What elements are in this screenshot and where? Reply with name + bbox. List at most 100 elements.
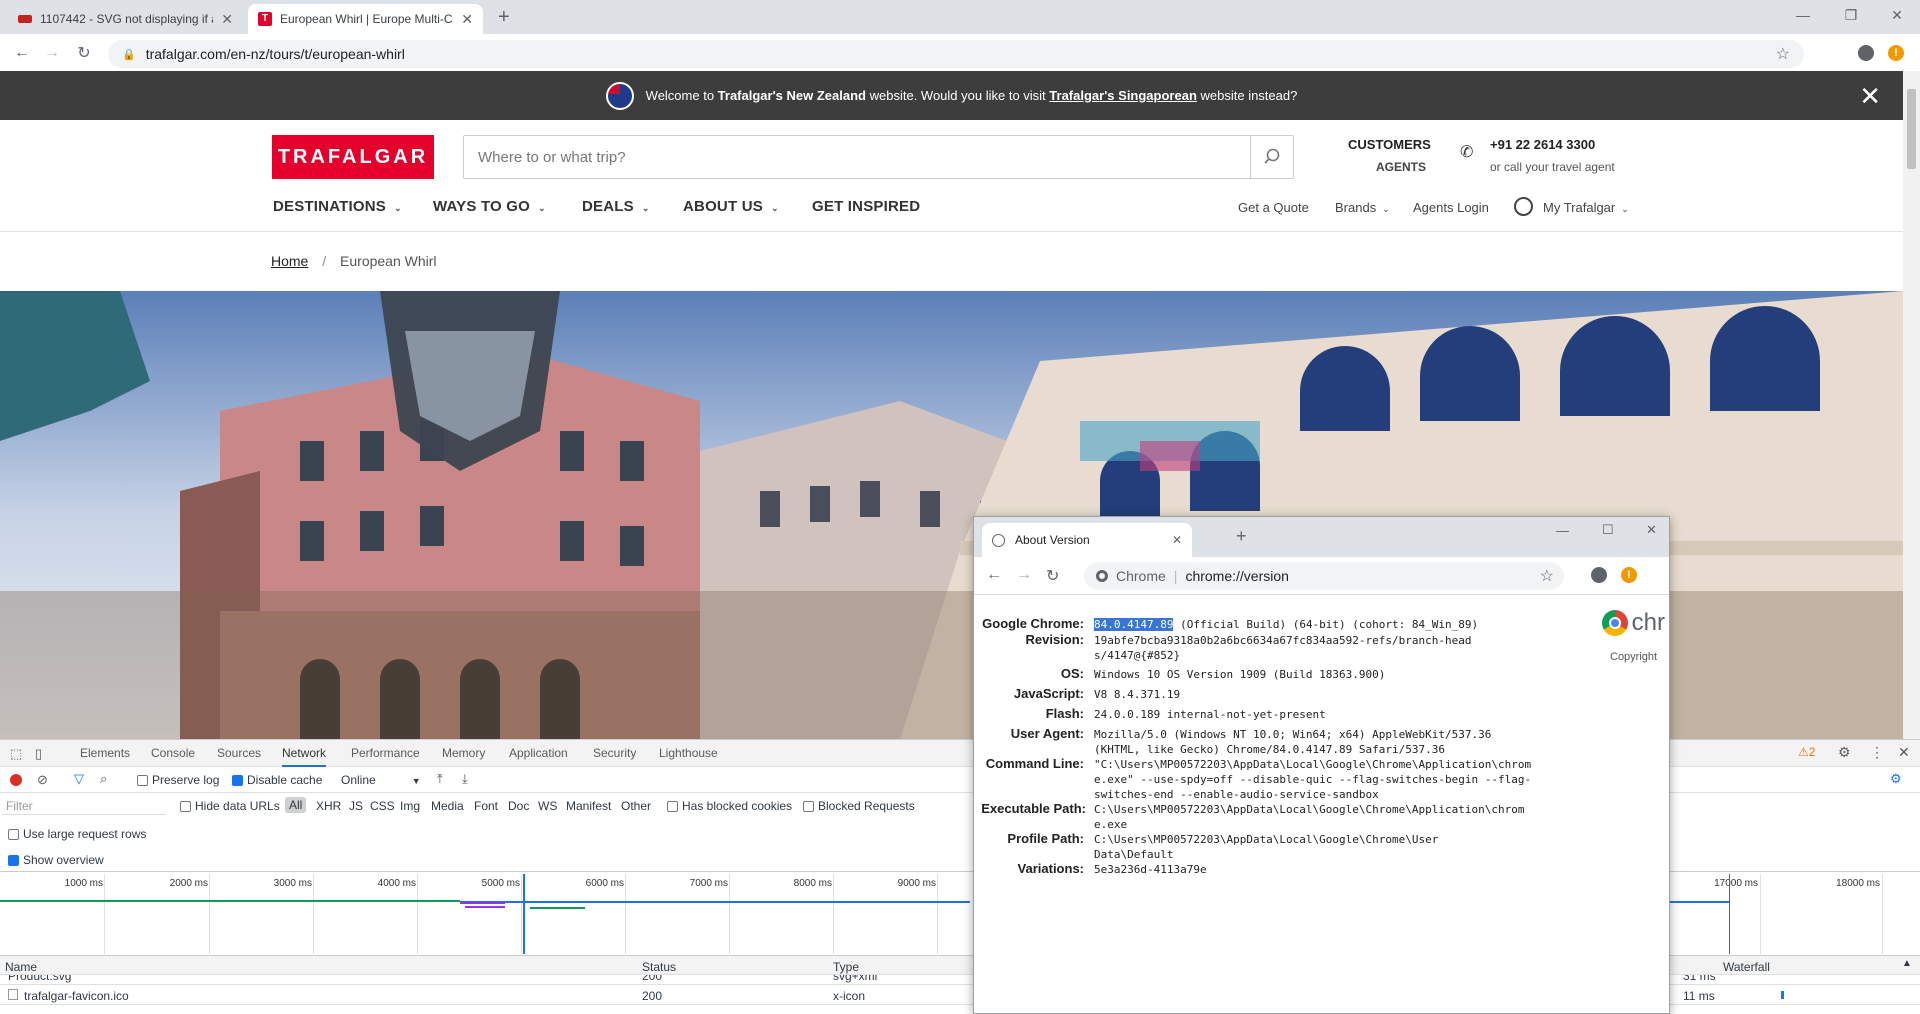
device-toolbar-icon[interactable]: ▯ (35, 746, 42, 762)
maximize-icon[interactable]: ☐ (1602, 522, 1614, 538)
forward-icon[interactable]: → (42, 43, 62, 63)
phone-number[interactable]: +91 22 2614 3300 (1490, 137, 1595, 152)
update-alert-icon[interactable]: ! (1621, 567, 1637, 583)
tab-memory[interactable]: Memory (442, 746, 485, 760)
tab-elements[interactable]: Elements (80, 746, 130, 760)
tab-application[interactable]: Application (509, 746, 568, 760)
tab-lighthouse[interactable]: Lighthouse (659, 746, 718, 760)
tab-security[interactable]: Security (593, 746, 636, 760)
scrollbar-thumb[interactable] (1907, 89, 1916, 169)
more-options-icon[interactable]: ⋮ (1870, 744, 1884, 761)
profile-icon[interactable] (1856, 43, 1876, 63)
nav-about-us[interactable]: ABOUT US ⌄ (683, 198, 779, 215)
nav-deals[interactable]: DEALS ⌄ (582, 198, 650, 215)
profile-icon[interactable] (1591, 567, 1607, 583)
import-har-icon[interactable]: ⤒ (437, 771, 443, 787)
tab-console[interactable]: Console (151, 746, 195, 760)
warnings-badge[interactable]: ⚠2 (1798, 745, 1815, 759)
banner-link[interactable]: Trafalgar's Singaporean (1049, 88, 1197, 103)
nav-ways-to-go[interactable]: WAYS TO GO ⌄ (433, 198, 546, 215)
type-filter-all[interactable]: All (285, 797, 307, 813)
export-har-icon[interactable]: ⤓ (462, 771, 468, 787)
back-icon[interactable]: ← (12, 43, 32, 63)
grid-line (833, 874, 834, 954)
throttle-value: Online (341, 773, 376, 787)
settings-gear-icon[interactable]: ⚙ (1838, 744, 1851, 761)
close-icon[interactable]: ✕ (221, 11, 233, 28)
close-banner-icon[interactable]: ✕ (1859, 81, 1881, 112)
column-type[interactable]: Type (833, 960, 859, 974)
forward-icon[interactable]: → (1016, 566, 1032, 584)
preserve-log-checkbox[interactable]: Preserve log (137, 773, 219, 787)
type-filter-img[interactable]: Img (400, 799, 420, 813)
hide-data-urls-checkbox[interactable]: Hide data URLs (180, 799, 280, 813)
column-status[interactable]: Status (642, 960, 676, 974)
minimize-icon[interactable]: — (1780, 0, 1826, 30)
page-scrollbar[interactable] (1903, 71, 1920, 739)
tab-about-version[interactable]: About Version ✕ (982, 523, 1192, 557)
type-filter-media[interactable]: Media (431, 799, 464, 813)
checkbox-box (8, 829, 19, 840)
blocked-cookies-checkbox[interactable]: Has blocked cookies (667, 799, 792, 813)
back-icon[interactable]: ← (986, 566, 1002, 584)
record-icon[interactable] (10, 774, 22, 786)
reload-icon[interactable]: ↻ (74, 43, 94, 63)
type-filter-doc[interactable]: Doc (508, 799, 529, 813)
type-filter-font[interactable]: Font (474, 799, 498, 813)
type-filter-css[interactable]: CSS (370, 799, 395, 813)
show-overview-checkbox[interactable]: Show overview (8, 853, 104, 867)
close-devtools-icon[interactable]: ✕ (1898, 744, 1910, 761)
my-trafalgar-menu[interactable]: My Trafalgar ⌄ (1543, 200, 1629, 215)
search-icon[interactable] (1250, 136, 1293, 178)
address-bar[interactable]: 🔒 trafalgar.com/en-nz/tours/t/european-w… (108, 40, 1804, 68)
tab-performance[interactable]: Performance (351, 746, 420, 760)
close-icon[interactable]: ✕ (1172, 533, 1182, 547)
type-filter-xhr[interactable]: XHR (316, 799, 341, 813)
type-filter-ws[interactable]: WS (538, 799, 557, 813)
type-filter-manifest[interactable]: Manifest (566, 799, 611, 813)
type-filter-other[interactable]: Other (621, 799, 651, 813)
nav-destinations[interactable]: DESTINATIONS ⌄ (273, 198, 402, 215)
breadcrumb-home[interactable]: Home (271, 253, 308, 269)
update-alert-icon[interactable]: ! (1886, 43, 1906, 63)
agents-login-link[interactable]: Agents Login (1413, 200, 1489, 215)
new-tab-button[interactable]: + (1236, 526, 1247, 547)
trafalgar-logo[interactable]: TRAFALGAR (272, 135, 434, 179)
throttle-select[interactable]: Online ▼ (341, 773, 421, 787)
clear-icon[interactable]: ⊘ (37, 772, 48, 788)
brands-menu[interactable]: Brands ⌄ (1335, 200, 1390, 215)
close-window-icon[interactable]: ✕ (1874, 0, 1920, 30)
disable-cache-checkbox[interactable]: Disable cache (232, 773, 322, 787)
new-tab-button[interactable]: + (498, 6, 510, 29)
close-window-icon[interactable]: ✕ (1646, 522, 1657, 538)
tab-network[interactable]: Network (282, 746, 327, 767)
inspect-icon[interactable]: ⬚ (10, 746, 22, 762)
get-a-quote-link[interactable]: Get a Quote (1238, 200, 1309, 215)
restore-icon[interactable]: ❐ (1828, 0, 1874, 30)
close-icon[interactable]: ✕ (461, 11, 473, 28)
agents-link[interactable]: AGENTS (1376, 160, 1426, 174)
filter-input[interactable]: Filter (2, 797, 166, 815)
nav-get-inspired[interactable]: GET INSPIRED (812, 198, 920, 215)
minimize-icon[interactable]: — (1556, 523, 1569, 538)
star-icon[interactable]: ☆ (1540, 566, 1554, 586)
popup-address-bar[interactable]: Chrome | chrome://version ☆ (1084, 562, 1564, 590)
search-icon[interactable]: ⌕ (100, 771, 107, 787)
column-waterfall[interactable]: Waterfall (1723, 960, 1770, 974)
filter-icon[interactable]: ▽ (74, 771, 84, 787)
entry-value: V8 8.4.371.19 (1094, 688, 1181, 701)
tab-trafalgar[interactable]: T European Whirl | Europe Multi-C ✕ (248, 4, 483, 34)
star-icon[interactable]: ☆ (1776, 44, 1790, 64)
customers-link[interactable]: CUSTOMERS (1348, 137, 1431, 152)
sort-ascending-icon[interactable]: ▲ (1902, 958, 1912, 969)
tab-sources[interactable]: Sources (217, 746, 261, 760)
reload-icon[interactable]: ↻ (1046, 566, 1059, 586)
type-filter-js[interactable]: JS (349, 799, 363, 813)
blocked-requests-checkbox[interactable]: Blocked Requests (803, 799, 915, 813)
search-input[interactable]: Where to or what trip? (463, 135, 1294, 179)
column-name[interactable]: Name (5, 960, 37, 974)
large-rows-checkbox[interactable]: Use large request rows (8, 827, 146, 841)
checkbox-label: Blocked Requests (818, 799, 915, 813)
tab-bug[interactable]: 1107442 - SVG not displaying if a ✕ (8, 4, 243, 34)
network-settings-icon[interactable]: ⚙ (1890, 771, 1902, 787)
